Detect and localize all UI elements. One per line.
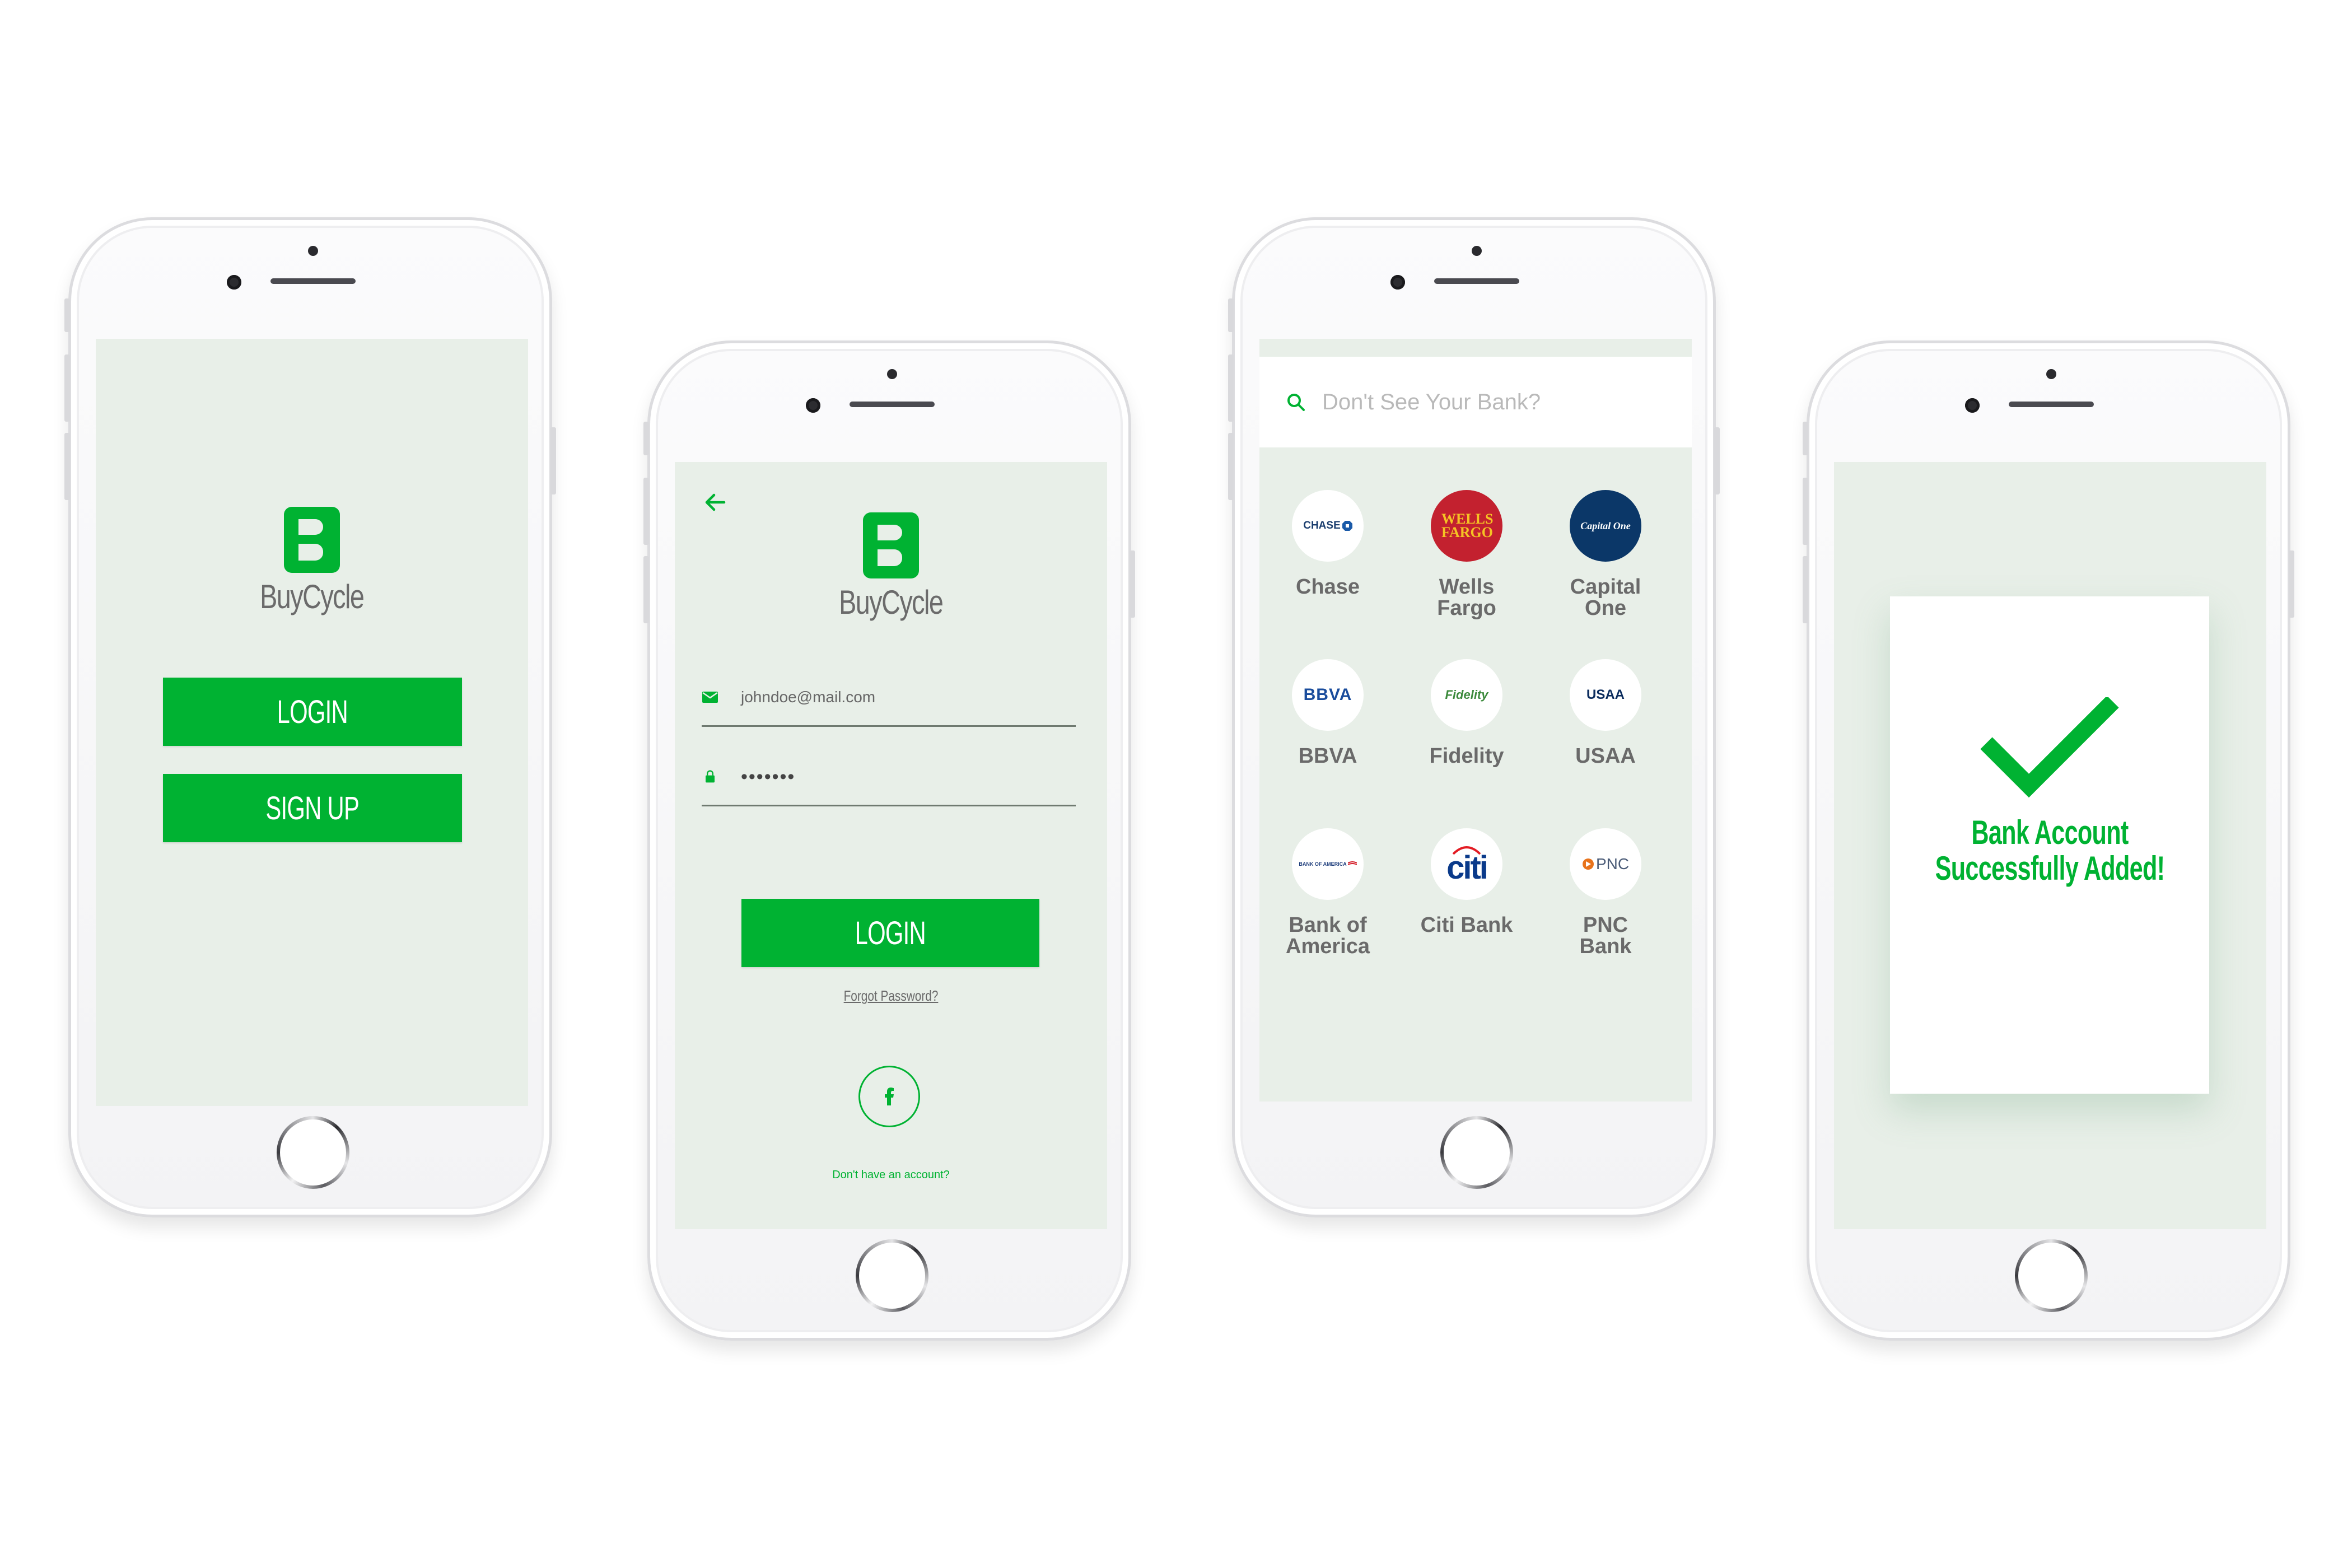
success-message-line1: Bank Account bbox=[1971, 814, 2129, 851]
usaa-logo: USAA bbox=[1570, 659, 1641, 731]
front-camera bbox=[2046, 369, 2056, 379]
bank-item-bank-of-america[interactable]: BANK OF AMERICA Bank of America bbox=[1272, 828, 1384, 957]
bank-item-bbva[interactable]: BBVA BBVA bbox=[1272, 659, 1384, 767]
phone-success: Bank Account Successfully Added! bbox=[1803, 340, 2294, 1341]
phone-welcome: BuyCycle LOGIN SIGN UP bbox=[64, 217, 556, 1217]
logo-mark-icon bbox=[284, 507, 340, 573]
success-card: Bank Account Successfully Added! bbox=[1890, 596, 2209, 1094]
bank-item-fidelity[interactable]: Fidelity Fidelity bbox=[1411, 659, 1523, 767]
mail-icon bbox=[702, 692, 718, 703]
pnc-mark-icon bbox=[1582, 858, 1594, 870]
fidelity-logo: Fidelity bbox=[1431, 659, 1502, 731]
bank-label: PNC Bank bbox=[1579, 913, 1632, 958]
chase-octagon-icon bbox=[1342, 521, 1352, 531]
bank-item-usaa[interactable]: USAA USAA bbox=[1550, 659, 1662, 767]
bbva-logo: BBVA bbox=[1292, 659, 1364, 731]
citi-arc-icon bbox=[1452, 846, 1481, 855]
wells-fargo-logo: WELLS FARGO bbox=[1431, 490, 1502, 562]
bank-label: Bank of America bbox=[1286, 913, 1370, 958]
earpiece-speaker bbox=[1434, 278, 1519, 284]
forgot-password-link[interactable]: Forgot Password? bbox=[718, 987, 1064, 1005]
checkmark-icon bbox=[1980, 697, 2119, 798]
phone-login: BuyCycle johndoe@mail.com ••••••• LOGIN … bbox=[643, 340, 1135, 1341]
login-screen: BuyCycle johndoe@mail.com ••••••• LOGIN … bbox=[675, 462, 1107, 1229]
logo-text: BuyCycle bbox=[260, 578, 365, 615]
bank-item-wells-fargo[interactable]: WELLS FARGO Wells Fargo bbox=[1411, 490, 1523, 619]
bank-label: Chase bbox=[1295, 575, 1360, 599]
signup-button[interactable]: SIGN UP bbox=[163, 774, 462, 842]
bank-label: USAA bbox=[1575, 744, 1636, 768]
earpiece-speaker bbox=[2009, 402, 2094, 407]
bank-item-capital-one[interactable]: Capital One Capital One bbox=[1550, 490, 1662, 619]
earpiece-speaker bbox=[270, 278, 356, 284]
signup-button-label: SIGN UP bbox=[265, 790, 360, 827]
password-value: ••••••• bbox=[741, 766, 796, 787]
bank-search-placeholder: Don't See Your Bank? bbox=[1322, 389, 1541, 414]
facebook-login-button[interactable] bbox=[858, 1066, 920, 1127]
login-button[interactable]: LOGIN bbox=[163, 678, 462, 746]
earpiece-speaker bbox=[850, 402, 935, 407]
bank-item-citi-bank[interactable]: citi Citi Bank bbox=[1411, 828, 1523, 936]
home-button[interactable] bbox=[2015, 1239, 2088, 1312]
front-camera bbox=[887, 369, 897, 379]
bank-label: Wells Fargo bbox=[1437, 575, 1496, 620]
bank-label: Capital One bbox=[1570, 575, 1641, 620]
bank-label: BBVA bbox=[1298, 744, 1357, 768]
front-camera bbox=[308, 246, 318, 256]
camera-lens bbox=[1965, 398, 1980, 413]
login-button-label: LOGIN bbox=[277, 693, 348, 730]
citi-logo: citi bbox=[1431, 828, 1502, 900]
phone-bank-select: Don't See Your Bank? CHASE Chase WELLS F… bbox=[1228, 217, 1720, 1217]
home-button[interactable] bbox=[856, 1239, 928, 1312]
boa-flag-icon bbox=[1347, 861, 1357, 865]
logo-text: BuyCycle bbox=[839, 584, 944, 621]
facebook-icon bbox=[885, 1088, 894, 1105]
login-submit-label: LOGIN bbox=[855, 914, 926, 951]
bank-label: Citi Bank bbox=[1420, 913, 1513, 937]
lock-icon bbox=[706, 770, 715, 783]
home-button[interactable] bbox=[277, 1116, 349, 1189]
bank-of-america-logo: BANK OF AMERICA bbox=[1292, 828, 1364, 900]
login-submit-button[interactable]: LOGIN bbox=[741, 899, 1039, 967]
camera-lens bbox=[1390, 275, 1405, 290]
home-button[interactable] bbox=[1440, 1116, 1513, 1189]
arrow-left-icon[interactable] bbox=[704, 492, 726, 512]
camera-lens bbox=[806, 398, 820, 413]
front-camera bbox=[1472, 246, 1482, 256]
bank-select-screen: Don't See Your Bank? CHASE Chase WELLS F… bbox=[1259, 339, 1692, 1102]
bank-item-chase[interactable]: CHASE Chase bbox=[1272, 490, 1384, 598]
chase-logo: CHASE bbox=[1292, 490, 1364, 562]
success-screen: Bank Account Successfully Added! bbox=[1834, 462, 2266, 1229]
buycycle-logo: BuyCycle bbox=[225, 507, 399, 616]
camera-lens bbox=[227, 275, 241, 290]
bank-item-pnc[interactable]: PNC PNC Bank bbox=[1550, 828, 1662, 957]
signup-prompt-link[interactable]: Don't have an account? bbox=[675, 1169, 1107, 1182]
logo-mark-icon bbox=[863, 512, 919, 578]
search-icon bbox=[1287, 394, 1305, 411]
pnc-logo: PNC bbox=[1570, 828, 1641, 900]
buycycle-logo: BuyCycle bbox=[804, 512, 978, 622]
email-value: johndoe@mail.com bbox=[741, 688, 876, 706]
bank-label: Fidelity bbox=[1429, 744, 1504, 768]
bank-search-bar[interactable]: Don't See Your Bank? bbox=[1259, 357, 1692, 447]
success-message: Bank Account Successfully Added! bbox=[1935, 815, 2164, 886]
welcome-screen: BuyCycle LOGIN SIGN UP bbox=[96, 339, 528, 1106]
email-field[interactable]: johndoe@mail.com bbox=[702, 669, 1076, 727]
capital-one-logo: Capital One bbox=[1570, 490, 1641, 562]
password-field[interactable]: ••••••• bbox=[702, 749, 1076, 806]
success-message-line2: Successfully Added! bbox=[1935, 850, 2164, 887]
